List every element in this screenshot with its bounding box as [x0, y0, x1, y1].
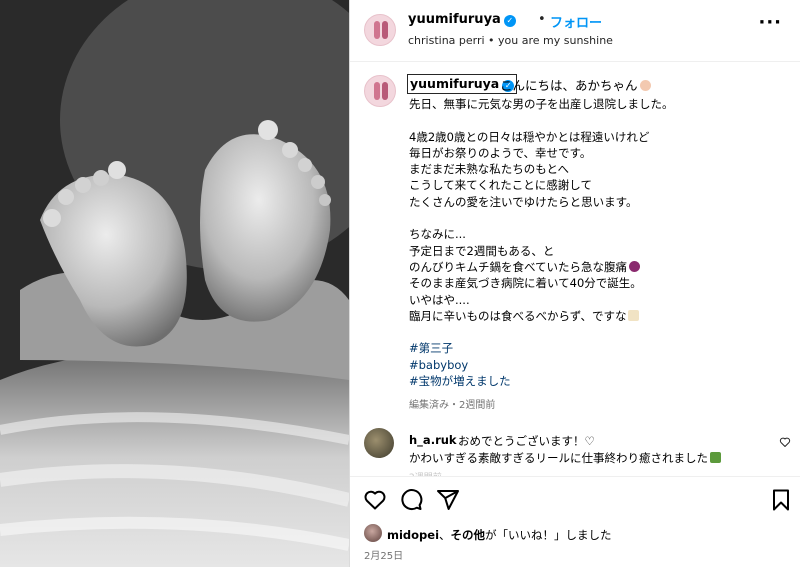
caption-line: まだまだ未熟な私たちのもとへ — [409, 162, 569, 177]
actions-divider — [350, 476, 800, 477]
hashtag-link[interactable]: #宝物が増えました — [409, 373, 789, 389]
header-username[interactable]: yuumifuruya ✓ — [408, 12, 516, 27]
header-username-text: yuumifuruya — [408, 12, 501, 27]
caption-greeting: こんにちは、あかちゃん — [500, 75, 651, 94]
caption-username-text: yuumifuruya — [410, 76, 500, 91]
bookmark-icon[interactable] — [769, 488, 793, 512]
verified-badge-icon: ✓ — [503, 15, 516, 27]
comment-username[interactable]: h_a.ruk — [409, 433, 457, 447]
caption-line: たくさんの愛を注いでゆけたらと思います。 — [409, 194, 638, 209]
likes-summary: midopei、その他が「いいね！」しました — [387, 527, 612, 543]
comment-text-line2: かわいすぎる素敵すぎるリールに仕事終わり癒されました — [409, 450, 721, 466]
comment-text-line2-text: かわいすぎる素敵すぎるリールに仕事終わり癒されました — [409, 451, 708, 465]
more-options-icon[interactable]: ··· — [758, 12, 782, 33]
caption-line-text: のんびりキムチ鍋を食べていたら急な腹痛 — [409, 259, 628, 274]
caption-body: 先日、無事に元気な男の子を出産し退院しました。 4歳2歳0歳との日々は穏やかとは… — [409, 96, 789, 389]
caption-line: ちなみに... — [409, 227, 466, 242]
likes-separator: 、 — [439, 528, 451, 542]
post-photo[interactable] — [0, 0, 349, 567]
caption-line: のんびりキムチ鍋を食べていたら急な腹痛 — [409, 259, 789, 275]
divider — [349, 0, 350, 567]
caption-line — [409, 210, 789, 226]
comment-avatar[interactable] — [364, 428, 394, 458]
comment-text: おめでとうございます！♡ — [458, 434, 595, 448]
baby-bottle-emoji-icon — [628, 309, 640, 321]
liker-username[interactable]: midopei — [387, 528, 439, 542]
caption-line: こうして来てくれたことに感謝して — [409, 178, 592, 193]
post-date[interactable]: 2月25日 — [364, 547, 403, 562]
caption-line: そのまま産気づき病院に着いて40分で誕生。 — [409, 276, 642, 291]
follow-button[interactable]: フォロー — [550, 12, 602, 31]
comment-like-heart-icon[interactable] — [779, 436, 791, 448]
comment-bubble-icon[interactable] — [399, 488, 423, 512]
baby-emoji-icon — [639, 80, 651, 91]
profile-avatar[interactable] — [364, 14, 396, 46]
header-separator: • — [538, 12, 546, 27]
caption-meta: 編集済み・2週間前 — [409, 400, 496, 411]
caption-line: 予定日まで2週間もある、と — [409, 243, 555, 258]
caption-line: いやはや.... — [409, 292, 470, 307]
caption-greeting-text: こんにちは、あかちゃん — [500, 78, 638, 93]
likes-others-link[interactable]: その他 — [451, 528, 486, 542]
caption-avatar[interactable] — [364, 75, 396, 107]
caption-line: 4歳2歳0歳との日々は穏やかとは程遠いけれど — [409, 129, 650, 144]
caption-line — [409, 324, 789, 340]
caption-line: 先日、無事に元気な男の子を出産し退院しました。 — [409, 97, 674, 111]
audio-track-link[interactable]: christina perri • you are my sunshine — [408, 34, 613, 47]
caption-line-text: 臨月に辛いものは食べるべからず、ですな — [409, 308, 627, 323]
caption-line: 毎日がお祭りのようで、幸せです。 — [409, 145, 592, 160]
share-send-icon[interactable] — [436, 488, 460, 512]
caption-line: 臨月に辛いものは食べるべからず、ですな — [409, 308, 789, 324]
like-heart-icon[interactable] — [363, 488, 387, 512]
caption-line — [409, 112, 789, 128]
hashtag-link[interactable]: #第三子 — [409, 340, 789, 356]
post-header: yuumifuruya ✓ • フォロー christina perri • yo… — [350, 0, 800, 62]
hashtag-link[interactable]: #babyboy — [409, 357, 789, 373]
angry-face-emoji-icon — [629, 260, 641, 272]
baby-feet-image — [0, 0, 349, 567]
likes-suffix: が「いいね！」しました — [485, 528, 612, 542]
sprout-emoji-icon — [710, 452, 721, 463]
liker-avatar[interactable] — [364, 524, 382, 542]
